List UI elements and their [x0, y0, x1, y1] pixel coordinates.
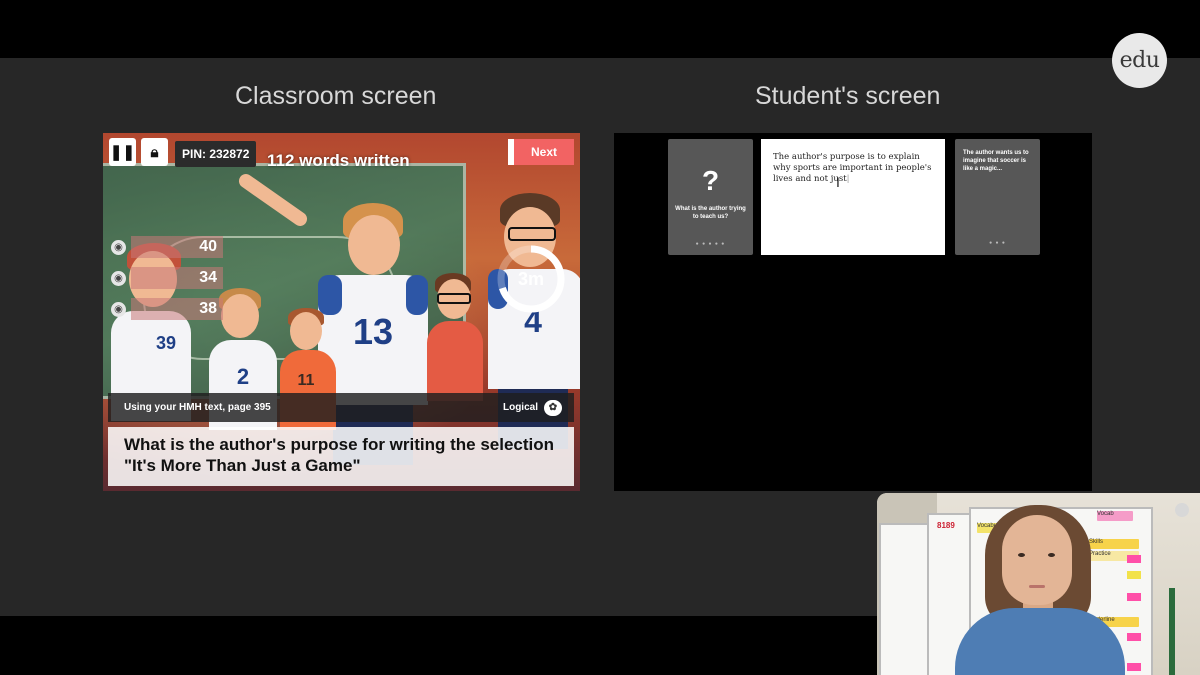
cat-icon: ◉	[111, 270, 126, 286]
category-tag: Logical ✿	[502, 399, 562, 416]
sticky-note: Vocab	[1097, 511, 1133, 521]
edu-logo: edu	[1112, 33, 1167, 88]
pause-button[interactable]: ❚❚	[109, 138, 136, 166]
text-cursor-icon: I	[836, 174, 840, 190]
question-mark-icon: ?	[701, 165, 720, 196]
presenter-shirt	[955, 608, 1125, 675]
team-score-row: ◉	[111, 298, 126, 320]
prompt-card[interactable]: ? What is the author trying to teach us?…	[668, 139, 753, 255]
team-score-row: ◉	[111, 236, 126, 258]
student-screen: ? What is the author trying to teach us?…	[614, 133, 1092, 491]
category-label: Logical	[502, 402, 538, 413]
brain-icon: ✿	[544, 399, 562, 416]
lock-icon: 🔒︎	[150, 143, 159, 161]
jersey-number: 39	[155, 333, 177, 353]
source-reference: Using your HMH text, page 395	[124, 402, 271, 413]
team-score-row: ◉	[111, 267, 126, 289]
answer-text: The author's purpose is to explain why s…	[773, 152, 932, 184]
whiteboard-left	[879, 523, 929, 675]
team-score: 38	[131, 298, 223, 320]
presenter-face	[1002, 515, 1072, 605]
team-score: 40	[131, 236, 223, 258]
pagination-dots: ● ● ● ● ●	[695, 241, 726, 247]
source-bar: Using your HMH text, page 395 Logical ✿	[108, 393, 574, 422]
arrow-icon	[1127, 663, 1141, 671]
wall-fixture	[1175, 503, 1189, 517]
pause-icon: ❚❚	[109, 144, 136, 161]
jersey-number: 11	[297, 372, 315, 389]
team-score: 34	[131, 267, 223, 289]
classroom-screen-heading: Classroom screen	[235, 82, 437, 110]
prompt-card-text: What is the author trying to teach us?	[675, 206, 746, 220]
lion-icon: ◉	[111, 301, 126, 317]
flag-pole	[1169, 588, 1175, 675]
words-written-counter: 112 words written	[267, 151, 410, 170]
student-screen-heading: Student's screen	[755, 82, 941, 110]
answer-input[interactable]: The author's purpose is to explain why s…	[761, 139, 945, 255]
arrow-icon	[1127, 633, 1141, 641]
question-text: What is the author's purpose for writing…	[108, 427, 574, 486]
next-card[interactable]: The author wants us to imagine that socc…	[955, 139, 1040, 255]
presenter-webcam: 8189 Vocabulary Vocab Skills Practice Un…	[877, 493, 1200, 675]
next-button[interactable]: Next	[508, 139, 574, 165]
lock-button[interactable]: 🔒︎	[141, 138, 168, 166]
arrow-icon	[1127, 555, 1141, 563]
jersey-number: 2	[236, 364, 250, 389]
next-card-text: The author wants us to imagine that socc…	[963, 150, 1029, 172]
arrow-icon	[1127, 593, 1141, 601]
game-pin: PIN: 232872	[175, 141, 257, 167]
board-note: 8189	[937, 521, 955, 530]
countdown-timer: 3m	[495, 243, 567, 315]
dog-icon: ◉	[111, 239, 126, 255]
logo-text: edu	[1119, 48, 1160, 73]
pagination-dots: ● ● ●	[989, 240, 1006, 246]
arrow-icon	[1127, 571, 1141, 579]
classroom-screen: 13 4 2 11 39 ❚❚ 🔒︎ PIN: 232872 112 words…	[103, 133, 580, 491]
jersey-number: 13	[352, 311, 394, 352]
timer-value: 3m	[517, 268, 544, 289]
sticky-note: Skills	[1089, 539, 1139, 549]
